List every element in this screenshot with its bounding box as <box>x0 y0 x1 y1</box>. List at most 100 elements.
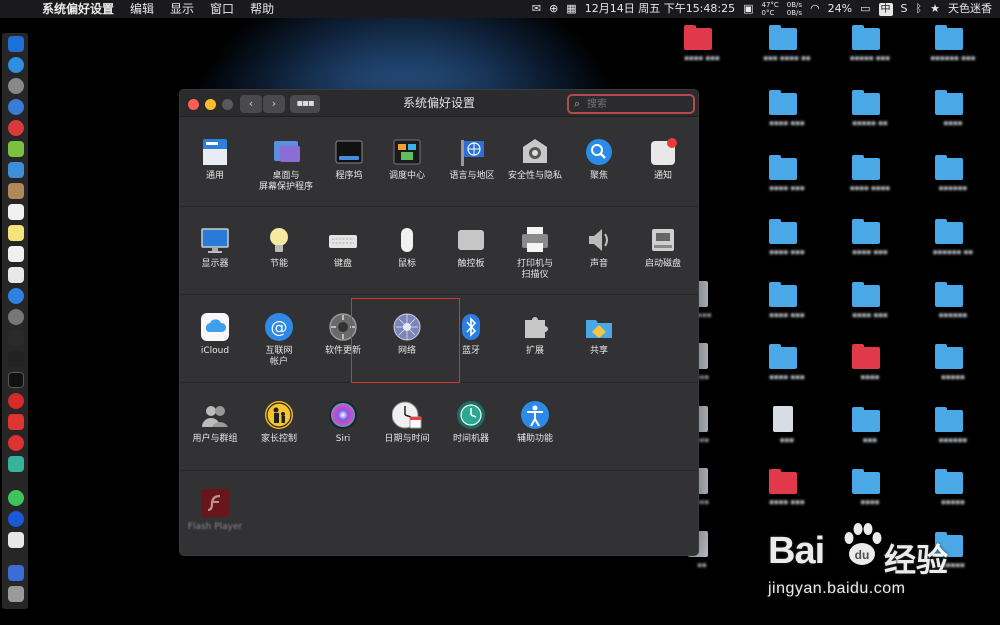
pref-item-security-privacy[interactable]: 安全性与隐私 <box>500 137 570 182</box>
grid-status-icon[interactable]: ▣ <box>743 0 753 18</box>
clock-datetime[interactable]: 12月14日 周五 下午15:48:25 <box>585 0 735 18</box>
pref-item-desktop-screensaver[interactable]: 桌面与 屏幕保护程序 <box>251 137 321 193</box>
pref-item-spotlight[interactable]: 聚焦 <box>564 137 634 182</box>
desktop-file[interactable]: ▪▪▪▪▪ <box>921 344 985 405</box>
pref-item-startup-disk[interactable]: 启动磁盘 <box>628 225 698 270</box>
desktop-file[interactable]: ▪▪▪▪▪▪ <box>921 407 985 468</box>
app-store-icon[interactable] <box>8 288 24 304</box>
menu-help[interactable]: 帮助 <box>250 0 274 18</box>
desktop-file[interactable]: ▪▪▪ ▪▪▪▪ ▪▪ <box>755 25 819 86</box>
desktop-file[interactable]: ▪▪▪▪ <box>838 344 902 405</box>
desktop-file[interactable]: ▪▪▪▪ <box>921 90 985 151</box>
pref-item-sharing[interactable]: 共享 <box>564 312 634 357</box>
finder-icon[interactable] <box>8 36 24 52</box>
desktop-file[interactable]: ▪▪▪▪ ▪▪▪ <box>755 282 819 343</box>
wifi-icon[interactable]: ◠ <box>810 0 820 18</box>
system-preferences-icon[interactable] <box>8 309 24 325</box>
temperature-widget[interactable]: 47°C 0°C <box>762 1 779 17</box>
menu-app-name[interactable]: 系统偏好设置 <box>42 0 114 18</box>
preview-icon[interactable] <box>8 532 24 548</box>
terminal-icon[interactable] <box>8 372 24 388</box>
pref-item-label: 打印机与 扫描仪 <box>516 259 553 280</box>
bluetooth-status-icon[interactable]: ᛒ <box>916 0 923 18</box>
pref-item-parental-controls[interactable]: 家长控制 <box>244 400 314 445</box>
globe-status-icon[interactable]: ⊕ <box>549 0 558 18</box>
pref-item-energy-saver[interactable]: 节能 <box>244 225 314 270</box>
pref-item-displays[interactable]: 显示器 <box>180 225 250 270</box>
console-icon[interactable] <box>8 351 24 367</box>
search-field[interactable]: ⌕ <box>567 94 695 114</box>
battery-icon[interactable]: ▭ <box>860 0 870 18</box>
blue-app-icon[interactable] <box>8 162 24 178</box>
pref-item-mission-control[interactable]: 调度中心 <box>372 137 442 182</box>
weibo-icon[interactable] <box>8 435 24 451</box>
pref-item-mouse[interactable]: 鼠标 <box>372 225 442 270</box>
downloads-stack-icon[interactable] <box>8 565 24 581</box>
desktop-file[interactable]: ▪▪▪▪▪▪ <box>921 155 985 216</box>
input-method-indicator[interactable]: 中 <box>878 2 893 16</box>
extensions-icon <box>520 312 550 342</box>
reminders-icon[interactable] <box>8 246 24 262</box>
pref-item-users-groups[interactable]: 用户与群组 <box>180 400 250 445</box>
pref-item-internet-accounts[interactable]: @ 互联网 帐户 <box>244 312 314 368</box>
calendar-icon[interactable] <box>8 204 24 220</box>
pref-item-trackpad[interactable]: 触控板 <box>436 225 506 270</box>
android-icon[interactable] <box>8 141 24 157</box>
app-store-compass-icon[interactable] <box>8 99 24 115</box>
wechat-icon[interactable] <box>8 490 24 506</box>
pref-item-accessibility[interactable]: 辅助功能 <box>500 400 570 445</box>
pref-item-siri[interactable]: Siri <box>308 400 378 445</box>
battery-percent[interactable]: 24% <box>828 0 852 18</box>
star-icon[interactable]: ★ <box>930 0 940 18</box>
vivaldi-icon[interactable] <box>8 414 24 430</box>
network-speed-widget[interactable]: 0B/s 0B/s <box>787 1 802 17</box>
pref-item-keyboard[interactable]: 键盘 <box>308 225 378 270</box>
pref-item-date-time[interactable]: 日期与时间 <box>372 400 442 445</box>
user-name[interactable]: 天色迷香 <box>948 0 992 18</box>
desktop-file[interactable]: ▪▪▪▪ ▪▪▪ <box>838 219 902 280</box>
pref-item-language-region[interactable]: 语言与地区 <box>437 137 507 182</box>
launchpad-icon[interactable] <box>8 78 24 94</box>
desktop-file[interactable]: ▪▪▪▪▪▪ ▪▪▪ <box>921 25 985 86</box>
sogou-icon[interactable]: S <box>901 0 908 18</box>
desktop-file[interactable]: ▪▪▪▪▪▪ ▪▪ <box>921 219 985 280</box>
calendar-status-icon[interactable]: ▦ <box>566 0 576 18</box>
desktop-file[interactable]: ▪▪▪▪ ▪▪▪▪ <box>838 155 902 216</box>
pref-item-extensions[interactable]: 扩展 <box>500 312 570 357</box>
red-app-icon[interactable] <box>8 120 24 136</box>
desktop-file[interactable]: ▪▪▪▪▪▪ <box>921 282 985 343</box>
messages-status-icon[interactable]: ✉ <box>532 0 541 18</box>
desktop-file[interactable]: ▪▪▪▪ ▪▪▪ <box>755 155 819 216</box>
trash-icon[interactable] <box>8 586 24 602</box>
pref-item-time-machine[interactable]: 时间机器 <box>436 400 506 445</box>
menu-edit[interactable]: 编辑 <box>130 0 154 18</box>
desktop-file[interactable]: ▪▪▪ <box>838 407 902 468</box>
quicktime-icon[interactable] <box>8 511 24 527</box>
desktop-file[interactable]: ▪▪▪▪▪ ▪▪▪ <box>838 25 902 86</box>
yandex-icon[interactable] <box>8 393 24 409</box>
pref-item-label: 通知 <box>653 171 672 181</box>
pref-item-notifications[interactable]: 通知 <box>628 137 698 182</box>
photos-icon[interactable] <box>8 267 24 283</box>
pref-item-printers-scanners[interactable]: 打印机与 扫描仪 <box>500 225 570 281</box>
green-app-icon[interactable] <box>8 456 24 472</box>
desktop-file[interactable]: ▪▪▪ <box>755 406 819 468</box>
startup-disk-icon <box>648 225 678 255</box>
menu-window[interactable]: 窗口 <box>210 0 234 18</box>
pref-item-flash-player[interactable]: Flash Player <box>180 488 250 533</box>
menu-view[interactable]: 显示 <box>170 0 194 18</box>
pref-item-icloud[interactable]: iCloud <box>180 312 250 357</box>
desktop-file[interactable]: ▪▪▪▪ ▪▪▪ <box>755 219 819 280</box>
pref-item-general[interactable]: 通用 <box>180 137 250 182</box>
safari-icon[interactable] <box>8 57 24 73</box>
desktop-file[interactable]: ▪▪▪▪ ▪▪▪ <box>838 282 902 343</box>
contacts-icon[interactable] <box>8 183 24 199</box>
pref-item-sound[interactable]: 声音 <box>564 225 634 270</box>
desktop-file[interactable]: ▪▪▪▪ ▪▪▪ <box>670 25 734 86</box>
desktop-file[interactable]: ▪▪▪▪▪ ▪▪ <box>838 90 902 151</box>
search-input[interactable] <box>587 97 687 111</box>
notes-icon[interactable] <box>8 225 24 241</box>
desktop-file[interactable]: ▪▪▪▪ ▪▪▪ <box>755 344 819 405</box>
activity-monitor-icon[interactable] <box>8 330 24 346</box>
desktop-file[interactable]: ▪▪▪▪ ▪▪▪ <box>755 90 819 151</box>
